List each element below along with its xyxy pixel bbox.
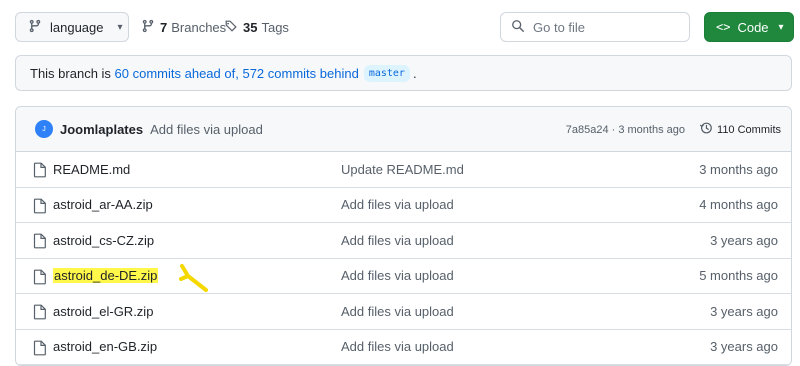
file-icon	[33, 304, 47, 323]
tags-label: Tags	[261, 19, 289, 35]
repo-toolbar: language ▾ 7 Branches 35 Tags <> Code ▾	[0, 0, 800, 56]
file-commit-message[interactable]: Add files via upload	[341, 233, 454, 248]
file-row[interactable]: astroid_ar-AA.zip Add files via upload 4 m…	[16, 188, 791, 223]
file-commit-message[interactable]: Update README.md	[341, 162, 464, 177]
tags-count: 35	[243, 19, 258, 35]
file-commit-message[interactable]: Add files via upload	[341, 339, 454, 354]
file-age: 3 months ago	[699, 161, 778, 177]
chevron-down-icon: ▾	[117, 21, 123, 33]
file-name-link[interactable]: astroid_ar-AA.zip	[53, 197, 153, 212]
file-age: 3 years ago	[710, 339, 778, 355]
file-icon	[33, 162, 47, 181]
file-age: 3 years ago	[710, 232, 778, 248]
file-list: README.md Update README.md 3 months ago ast…	[16, 152, 791, 365]
file-age: 3 years ago	[710, 303, 778, 319]
file-name-link[interactable]: astroid_cs-CZ.zip	[53, 233, 154, 248]
branch-name: language	[50, 19, 104, 35]
code-button[interactable]: <> Code ▾	[704, 12, 794, 42]
git-branch-icon	[28, 19, 42, 36]
file-row[interactable]: astroid_de-DE.zip Add files via upload 5 m…	[16, 259, 791, 297]
file-row[interactable]: astroid_cs-CZ.zip Add files via upload 3 y…	[16, 223, 791, 259]
branches-link[interactable]: 7 Branches	[141, 12, 226, 42]
commits-behind-link[interactable]: 572 commits behind	[242, 66, 358, 81]
annotation-arrow-icon	[176, 262, 210, 297]
file-browser: J Joomlaplates Add files via upload 7a85…	[15, 106, 792, 366]
file-icon	[33, 340, 47, 359]
commit-author[interactable]: Joomlaplates	[60, 122, 143, 137]
banner-suffix: .	[412, 65, 417, 81]
file-name-link[interactable]: astroid_en-GB.zip	[53, 339, 157, 354]
commit-message[interactable]: Add files via upload	[150, 122, 263, 137]
file-row[interactable]: astroid_en-GB.zip Add files via upload 3 y…	[16, 330, 791, 365]
file-icon	[33, 198, 47, 217]
git-branch-icon	[141, 19, 155, 36]
file-commit-message[interactable]: Add files via upload	[341, 197, 454, 212]
branches-label: Branches	[171, 19, 227, 35]
commits-ahead-link[interactable]: 60 commits ahead of,	[115, 66, 239, 81]
file-name-link[interactable]: astroid_de-DE.zip	[53, 268, 159, 284]
branches-count: 7	[160, 19, 168, 35]
latest-commit-row: J Joomlaplates Add files via upload 7a85…	[16, 107, 791, 152]
base-branch-badge[interactable]: master	[363, 64, 410, 82]
code-button-label: Code	[737, 19, 769, 35]
history-icon	[699, 121, 717, 138]
tags-link[interactable]: 35 Tags	[224, 12, 289, 42]
file-commit-message[interactable]: Add files via upload	[341, 268, 454, 283]
file-icon	[33, 269, 47, 288]
commit-meta: 7a85a24 · 3 months ago 110 Commits	[566, 107, 781, 152]
file-row[interactable]: README.md Update README.md 3 months ago	[16, 152, 791, 188]
commit-hash-time[interactable]: 7a85a24 · 3 months ago	[566, 124, 685, 136]
tag-icon	[224, 19, 238, 36]
file-name-link[interactable]: README.md	[53, 162, 130, 177]
chevron-down-icon: ▾	[778, 21, 784, 33]
file-age: 4 months ago	[699, 197, 778, 213]
search-icon	[511, 19, 525, 36]
branch-compare-banner: This branch is 60 commits ahead of, 572 …	[15, 55, 792, 91]
avatar[interactable]: J	[35, 120, 53, 138]
commit-history-link[interactable]: 110 Commits	[699, 121, 781, 138]
search-input[interactable]	[533, 19, 683, 35]
file-icon	[33, 233, 47, 252]
file-name-link[interactable]: astroid_el-GR.zip	[53, 304, 153, 319]
file-commit-message[interactable]: Add files via upload	[341, 304, 454, 319]
branch-selector-button[interactable]: language ▾	[15, 12, 129, 42]
file-row[interactable]: astroid_el-GR.zip Add files via upload 3 y…	[16, 294, 791, 330]
banner-prefix: This branch is	[30, 65, 111, 81]
go-to-file-search[interactable]	[500, 12, 690, 42]
commit-count: 110 Commits	[717, 123, 781, 136]
file-age: 5 months ago	[699, 268, 778, 284]
code-icon: <>	[716, 20, 731, 34]
